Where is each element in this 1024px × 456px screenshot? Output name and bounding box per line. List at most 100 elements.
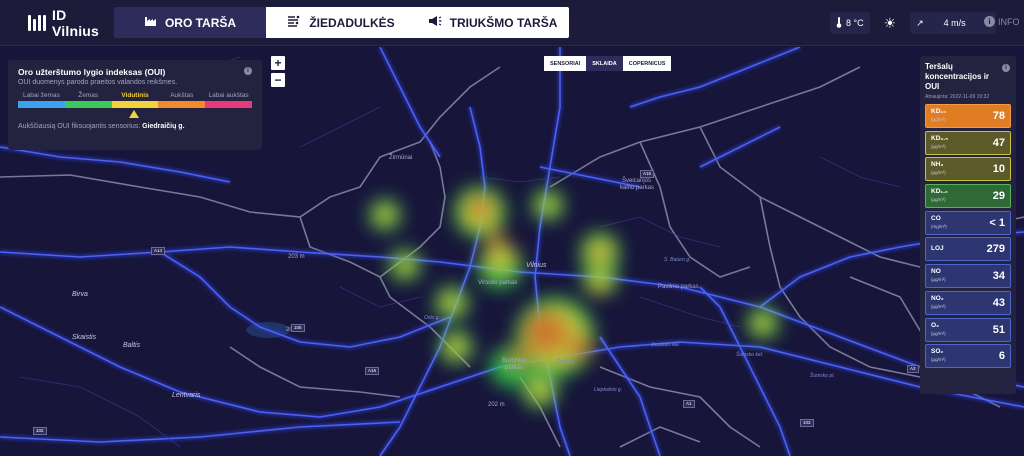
sun-icon: ☀ xyxy=(883,14,897,31)
thermometer-icon xyxy=(836,16,842,30)
pollutant-unit: (µg/m³) xyxy=(931,303,946,309)
map-label-liepkalnio: Liepkalnio g. xyxy=(594,387,623,393)
road-shield: 102 xyxy=(33,427,47,435)
pollutant-label: KD₁₀ xyxy=(931,108,947,115)
pollutant-card[interactable]: LOJ 279 xyxy=(925,237,1011,262)
megaphone-icon xyxy=(428,15,442,30)
pollutant-label: SO₂ xyxy=(931,348,944,356)
pollutant-card[interactable]: NO (µg/m³) 34 xyxy=(925,264,1011,289)
tab-noise[interactable]: TRIUKŠMO TARŠA xyxy=(416,7,569,38)
scale-segment xyxy=(64,101,112,108)
pollutant-card[interactable]: NO₂ (µg/m³) 43 xyxy=(925,290,1011,315)
map-label-sveicarijos-2: kalno parkas xyxy=(620,185,655,191)
layer-copernicus-button[interactable]: COPERNICUS xyxy=(622,56,672,71)
wind-arrow-icon: ↗ xyxy=(916,17,924,28)
level-label-selected: Vidutinis xyxy=(121,92,149,99)
tab-air-pollution[interactable]: ORO TARŠA xyxy=(114,7,266,38)
pollutant-unit: (µg/m³) xyxy=(931,357,946,363)
map-label-burbiskio-2: parkas xyxy=(505,365,524,371)
oui-level-labels: Labai žemas Žemas Vidutinis Aukštas Laba… xyxy=(18,92,252,99)
top-bar: ID Vilnius ORO TARŠA ŽIEDADULKĖS TRIUKŠM… xyxy=(0,0,1024,46)
info-label: INFO xyxy=(998,16,1020,27)
highest-sensor-name: Giedraičių g. xyxy=(142,123,185,130)
pollutant-value: 279 xyxy=(986,243,1005,256)
pollutant-value: < 1 xyxy=(989,216,1005,229)
pollutant-label: NO₂ xyxy=(931,294,944,302)
logo-text: ID Vilnius xyxy=(52,6,100,39)
pollutant-name: O₃ (µg/m³) xyxy=(931,322,946,338)
updated-time: Atnaujinta: 2022-11-09 19:32 xyxy=(925,94,990,100)
map-label-virsulio: Virsulio parkas xyxy=(478,280,518,286)
zoom-in-button[interactable]: + xyxy=(271,56,285,70)
layer-dispersion-button[interactable]: SKLAIDA xyxy=(586,56,623,71)
pollutant-value: 47 xyxy=(992,136,1005,149)
pollutant-name: SO₂ (µg/m³) xyxy=(931,348,946,364)
pollutant-card[interactable]: KD₁.₀ (µg/m³) 29 xyxy=(925,184,1011,209)
layer-sensors-button[interactable]: SENSORIAI xyxy=(544,56,587,71)
map-label-zirmunai: Žirmūnai xyxy=(389,155,413,161)
map-label-burbiskio: Burbiškio xyxy=(502,358,527,364)
pollutant-name: KD₁₀ (µg/m³) xyxy=(931,108,946,124)
pollutant-label: KD₂.₅ xyxy=(931,134,949,142)
highest-label: Aukščiausią OUI fiksuojantis sensorius: xyxy=(18,123,141,130)
pollutants-panel: Teršalų koncentracijos ir OUI i Atnaujin… xyxy=(920,56,1016,394)
road-shield: 103 xyxy=(800,419,814,427)
zoom-out-button[interactable]: − xyxy=(271,73,285,87)
info-icon[interactable]: i xyxy=(1002,64,1010,72)
info-icon[interactable]: i xyxy=(244,67,252,75)
tab-label: TRIUKŠMO TARŠA xyxy=(449,15,558,30)
pollutant-label: NO xyxy=(931,268,941,276)
pollutant-card[interactable]: CO (mg/m³) < 1 xyxy=(925,210,1011,235)
map-label-birva: Birva xyxy=(72,291,88,298)
highest-sensor: Aukščiausią OUI fiksuojantis sensorius: … xyxy=(18,123,252,130)
pollutant-label: LOJ xyxy=(931,245,944,253)
map-label-elevation-1: 203 m xyxy=(288,254,305,260)
pollutant-value: 10 xyxy=(992,163,1005,176)
pollutant-value: 34 xyxy=(992,270,1005,283)
road-shield: A16 xyxy=(640,170,655,178)
map-label-lentvaris: Lentvaris xyxy=(172,392,201,399)
pollutant-card[interactable]: KD₂.₅ (µg/m³) 47 xyxy=(925,130,1011,155)
pollutant-name: KD₂.₅ (µg/m³) xyxy=(931,135,948,151)
road-shield: A3 xyxy=(907,365,919,373)
oui-title: Oro užterštumo lygio indeksas (OUI) xyxy=(18,67,166,77)
pollutant-card[interactable]: KD₁₀ (µg/m³) 78 xyxy=(925,104,1011,128)
pollutant-unit: (µg/m³) xyxy=(931,170,946,176)
pollutant-card[interactable]: SO₂ (µg/m³) 6 xyxy=(925,344,1011,369)
pollutant-list: KD₁₀ (µg/m³) 78 KD₂.₅ (µg/m³) 47 NH₃ (µg/m³) 10 K… xyxy=(925,104,1011,369)
pollutant-name: NO₂ (µg/m³) xyxy=(931,295,946,311)
tab-label: ŽIEDADULKĖS xyxy=(309,15,395,30)
pollutant-unit: (µg/m³) xyxy=(931,197,946,203)
road-shield: A16 xyxy=(365,367,380,375)
wind-value: 4 m/s xyxy=(943,18,966,28)
pollutant-label: O₃ xyxy=(931,321,940,329)
map-label-sumsko-1: Šumsko kel. xyxy=(736,352,764,358)
map-label-oslo: Oslo g. xyxy=(424,315,440,321)
pollutant-unit: (µg/m³) xyxy=(931,117,946,122)
pollutant-card[interactable]: O₃ (µg/m³) 51 xyxy=(925,317,1011,342)
pollutant-name: CO (mg/m³) xyxy=(931,215,947,231)
pollutant-unit: (µg/m³) xyxy=(931,277,946,283)
scale-segment xyxy=(111,101,159,108)
pollutant-name: KD₁.₀ (µg/m³) xyxy=(931,188,948,204)
road-shield: 105 xyxy=(291,324,305,332)
map-label-baltis: Baltis xyxy=(123,342,141,349)
map-label-elevation-3: 202 m xyxy=(488,402,505,408)
main-tabs: ORO TARŠA ŽIEDADULKĖS TRIUKŠMO TARŠA xyxy=(114,7,569,38)
info-button[interactable]: i INFO xyxy=(984,16,1020,27)
pollutant-label: NH₃ xyxy=(931,161,944,169)
logo[interactable]: ID Vilnius xyxy=(28,7,114,39)
temperature: 8 °C xyxy=(830,12,870,34)
map-label-skaistis: Skaistis xyxy=(72,334,97,341)
map-label-zirnio: Žirnio g. xyxy=(557,359,576,365)
pollutant-name: NH₃ (µg/m³) xyxy=(931,161,946,177)
pollutant-card[interactable]: NH₃ (µg/m³) 10 xyxy=(925,157,1011,182)
map-label-sveicarijos: Šveicarijos xyxy=(622,178,652,184)
tab-pollen[interactable]: ŽIEDADULKĖS xyxy=(266,7,416,38)
pollutant-value: 51 xyxy=(992,323,1005,336)
road-shield: A1 xyxy=(683,400,695,408)
pollutant-value: 78 xyxy=(992,110,1005,122)
info-icon: i xyxy=(984,16,995,27)
scale-segment xyxy=(18,101,65,108)
level-label: Aukštas xyxy=(170,92,194,99)
